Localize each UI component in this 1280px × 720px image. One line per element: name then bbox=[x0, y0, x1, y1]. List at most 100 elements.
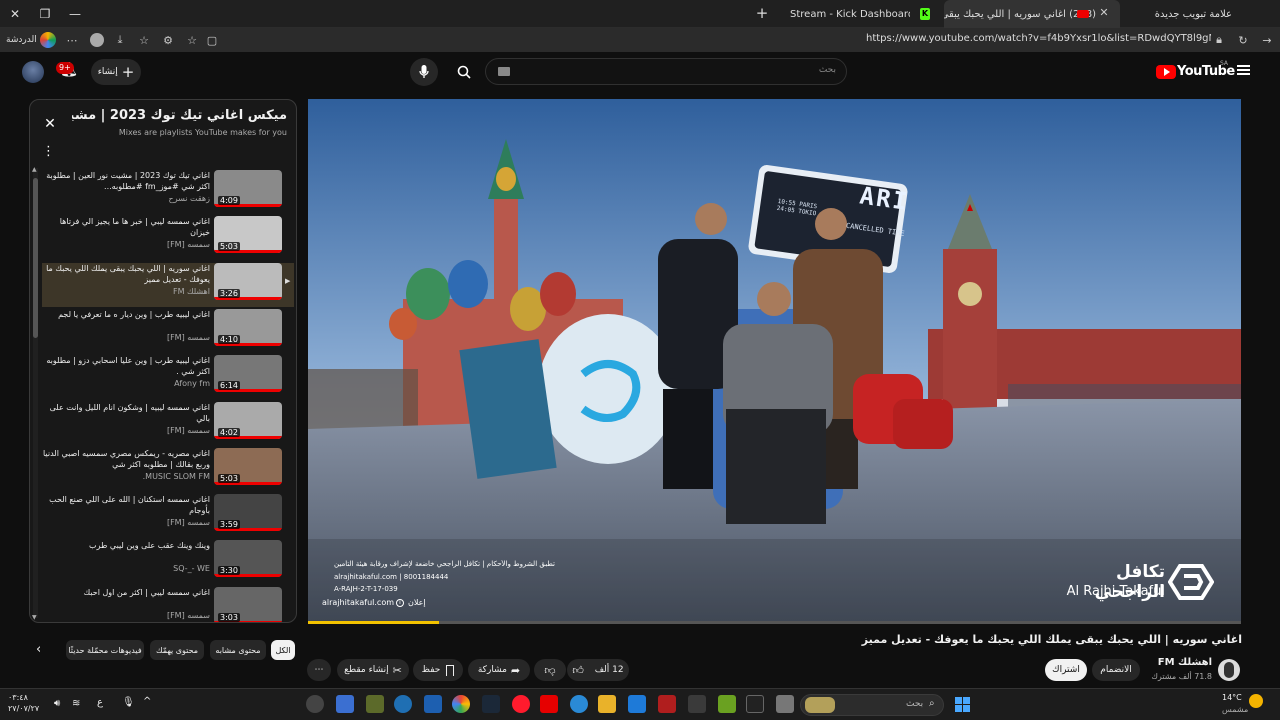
playlist-item[interactable]: اغاني سوريه | اللي يحبك يبقى يملك اللي ي… bbox=[42, 262, 294, 307]
taskbar-app-icon-3[interactable] bbox=[366, 695, 384, 713]
extensions-icon[interactable]: ⚙ bbox=[160, 32, 176, 48]
taskbar-app-icon-6[interactable] bbox=[658, 695, 676, 713]
like-button[interactable]: 👍︎ 12 ألف bbox=[567, 659, 629, 681]
taskbar-app-icon-1[interactable] bbox=[306, 695, 324, 713]
chip-label: محتوى مشابه bbox=[215, 645, 261, 655]
taskbar-steam-icon[interactable] bbox=[482, 695, 500, 713]
refresh-icon[interactable]: ↻ bbox=[1235, 32, 1251, 48]
copilot-icon[interactable] bbox=[40, 32, 56, 48]
close-tab-icon[interactable]: ✕ bbox=[1097, 6, 1111, 22]
youtube-logo-icon[interactable] bbox=[1156, 65, 1176, 79]
chat-button[interactable]: الدردشة bbox=[6, 32, 37, 48]
account-avatar[interactable] bbox=[22, 61, 44, 83]
playlist-panel: ✕ ⋮ ميكس اغاني تيك توك 2023 | مشيت... Mi… bbox=[29, 99, 297, 623]
playlist-item[interactable]: اغاني سمسه ليبيه | وشكون انام الليل وانت… bbox=[42, 401, 294, 446]
downloads-icon[interactable]: ⤓ bbox=[112, 32, 128, 48]
chip-similar[interactable]: محتوى مشابه bbox=[210, 640, 266, 660]
profile-icon[interactable] bbox=[90, 33, 104, 47]
share-button[interactable]: مشاركة ➦ bbox=[468, 659, 530, 681]
address-input[interactable]: https://www.youtube.com/watch?v=f4b9Yxsr… bbox=[866, 33, 1211, 47]
takaful-logo-icon bbox=[1167, 563, 1215, 601]
chips-prev-icon[interactable]: ‹ bbox=[36, 642, 41, 657]
ad-site-link[interactable]: alrajhitakaful.com bbox=[322, 598, 394, 607]
weather-icon[interactable] bbox=[1249, 694, 1263, 708]
taskbar-app-icon-5[interactable] bbox=[628, 695, 646, 713]
playlist-item[interactable]: اغاني سمسه ليبي | اكثر من اول احبك سمسه [… bbox=[42, 586, 294, 622]
join-button[interactable]: الانضمام bbox=[1092, 659, 1140, 681]
search-box[interactable]: بحث bbox=[457, 58, 847, 85]
playlist-title[interactable]: ميكس اغاني تيك توك 2023 | مشيت... bbox=[72, 108, 287, 123]
microphone-tray-icon[interactable]: 🎙︎ bbox=[122, 697, 135, 708]
subscribe-button[interactable]: اشتراك bbox=[1045, 659, 1087, 681]
chip-for-you[interactable]: محتوى يهمّك bbox=[150, 640, 204, 660]
voice-search-button[interactable] bbox=[410, 58, 438, 86]
taskbar-app-icon-7[interactable] bbox=[688, 695, 706, 713]
favorite-icon[interactable]: ☆ bbox=[184, 32, 200, 48]
scroll-up-icon[interactable]: ▲ bbox=[32, 166, 37, 173]
taskbar-opera-icon[interactable] bbox=[512, 695, 530, 713]
playlist-item[interactable]: اغاني مصريه - ريمكس مصري سمسيه اصبي الدن… bbox=[42, 447, 294, 492]
taskbar-app-icon-8[interactable] bbox=[718, 695, 736, 713]
video-player[interactable]: ARI 10:55 PARIS 24:05 TOKIO CANCELLED TI… bbox=[308, 99, 1241, 621]
chip-recently-uploaded[interactable]: فيديوهات محمّلة حديثًا bbox=[66, 640, 144, 660]
tab-new-tab[interactable]: علامة تبويب جديدة bbox=[1120, 0, 1280, 28]
playlist-item-duration: 3:59 bbox=[218, 520, 240, 530]
playlist-item[interactable]: اغاني سمسه استكنان | الله على اللي صنع ا… bbox=[42, 494, 294, 538]
playlist-scrollbar[interactable] bbox=[33, 168, 38, 618]
close-playlist-icon[interactable]: ✕ bbox=[42, 116, 58, 132]
channel-avatar[interactable] bbox=[1218, 659, 1240, 681]
channel-name[interactable]: اهشلك FM bbox=[1150, 657, 1212, 668]
ad-badge[interactable]: i إعلان bbox=[396, 598, 426, 607]
taskbar-youtube-icon[interactable] bbox=[540, 695, 558, 713]
menu-hamburger-icon[interactable] bbox=[1237, 63, 1251, 77]
video-progress-bar[interactable] bbox=[308, 621, 1241, 624]
windows-taskbar: ٠٣:٤٨ ٢٧/٠٧/٢٧ 🔊︎ ≋ ع 🎙︎ ^ بحث ⌕ 14°C مش… bbox=[0, 688, 1280, 720]
scroll-down-icon[interactable]: ▼ bbox=[32, 614, 37, 621]
language-indicator[interactable]: ع bbox=[97, 697, 103, 708]
collections-icon[interactable]: ☆ bbox=[136, 32, 152, 48]
minimize-window-icon[interactable]: — bbox=[60, 0, 90, 28]
taskbar-app-icon-4[interactable] bbox=[570, 695, 588, 713]
taskbar-edge-icon[interactable] bbox=[394, 695, 412, 713]
dislike-button[interactable]: 👎︎ bbox=[534, 659, 566, 681]
taskbar-defender-icon[interactable] bbox=[424, 695, 442, 713]
more-actions-button[interactable]: ⋯ bbox=[307, 659, 331, 681]
search-input[interactable]: بحث bbox=[819, 65, 836, 75]
taskbar-app-icon-9[interactable] bbox=[776, 695, 794, 713]
more-options-icon[interactable]: ⋯ bbox=[64, 32, 80, 48]
taskbar-file-explorer-icon[interactable] bbox=[598, 695, 616, 713]
reader-icon[interactable]: ▢ bbox=[204, 32, 220, 48]
search-button[interactable] bbox=[450, 59, 478, 84]
more-horizontal-icon: ⋯ bbox=[314, 665, 324, 675]
create-button[interactable]: إنشاء + bbox=[91, 59, 141, 85]
taskbar-epic-icon[interactable] bbox=[746, 695, 764, 713]
back-icon[interactable]: → bbox=[1259, 32, 1275, 48]
playlist-item[interactable]: اغاني سمسه ليبي | خبر ها ما يجيز الي فرت… bbox=[42, 216, 294, 260]
taskbar-search[interactable]: بحث ⌕ bbox=[800, 694, 944, 716]
close-window-icon[interactable]: ✕ bbox=[0, 0, 30, 28]
playlist-item[interactable]: اغاني ليبيه طرب | وين عليا اسحابي دزو | … bbox=[42, 355, 294, 399]
tab-youtube[interactable]: (248) اغاني سوريه | اللي يحبك يبقى bbox=[944, 0, 1120, 28]
keyboard-icon[interactable] bbox=[498, 67, 510, 76]
windows-start-icon[interactable] bbox=[955, 697, 971, 713]
new-tab-button[interactable]: + bbox=[754, 4, 770, 24]
clock[interactable]: ٠٣:٤٨ ٢٧/٠٧/٢٧ bbox=[8, 692, 39, 714]
kick-favicon-icon: K bbox=[920, 8, 930, 20]
playlist-item[interactable]: اغاني تيك توك 2023 | مشيت نور العين | مط… bbox=[42, 170, 294, 214]
tab-kick-dashboard[interactable]: Stream - Kick Dashboard bbox=[780, 0, 910, 28]
clip-button[interactable]: إنشاء مقطع ✂ bbox=[337, 659, 409, 681]
playlist-item[interactable]: وينك وينك عقب على وين ليبي طرب SQ-_- WE 3:… bbox=[42, 540, 294, 584]
save-button[interactable]: حفظ bbox=[413, 659, 463, 681]
chip-all[interactable]: الكل bbox=[271, 640, 295, 660]
volume-icon[interactable]: 🔊︎ bbox=[54, 698, 60, 709]
taskbar-app-icon-2[interactable] bbox=[336, 695, 354, 713]
taskbar-chrome-icon[interactable] bbox=[452, 695, 470, 713]
show-hidden-icons-icon[interactable]: ^ bbox=[143, 696, 151, 707]
wifi-icon[interactable]: ≋ bbox=[72, 698, 80, 709]
restore-window-icon[interactable]: ❐ bbox=[30, 0, 60, 28]
notifications-badge: 9+ bbox=[56, 62, 74, 74]
playlist-more-icon[interactable]: ⋮ bbox=[42, 145, 55, 160]
playlist-item-title: اغاني سمسه ليبي | اكثر من اول احبك bbox=[83, 587, 210, 597]
playlist-item[interactable]: اغاني ليبيه طرب | وين ديار ه ما تعرفي يا… bbox=[42, 308, 294, 353]
playlist-item-channel: سمسه [FM] bbox=[166, 610, 210, 620]
